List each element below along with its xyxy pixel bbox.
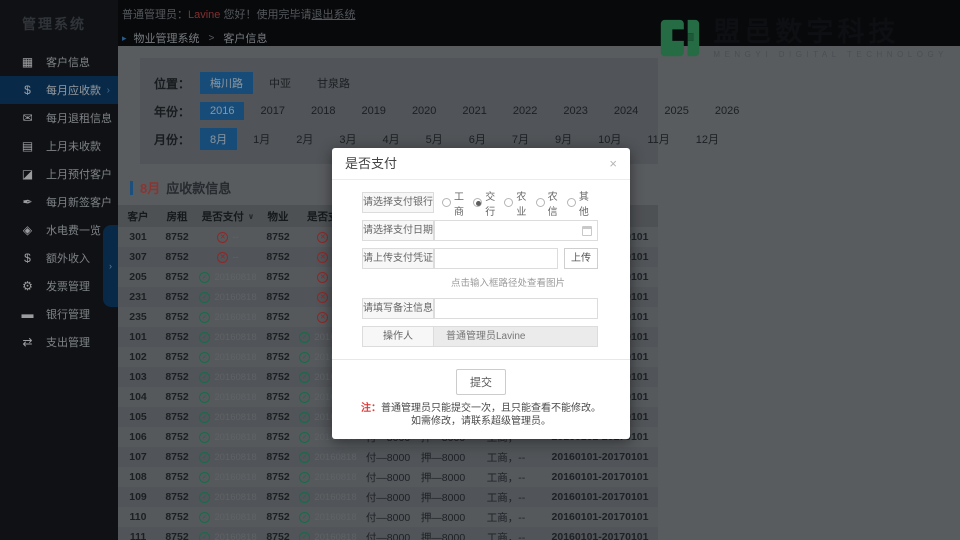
modal-title: 是否支付	[345, 156, 398, 171]
upload-label: 请上传支付凭证	[362, 248, 434, 269]
modal-note-line2: 如需修改，请联系超级管理员。	[411, 416, 551, 427]
radio-label: 农信	[547, 191, 558, 218]
modal-note-line1: 注：普通管理员只能提交一次，且只能查看不能修改。	[332, 402, 630, 415]
upload-button[interactable]: 上传	[564, 248, 598, 269]
date-row: 请选择支付日期	[362, 220, 598, 241]
bank-radio-group: 工商 交行 农业 农信 其他	[442, 192, 598, 218]
bank-radio-option[interactable]: 农信	[535, 188, 567, 218]
remark-input[interactable]	[434, 298, 598, 319]
bank-radio-option[interactable]: 农业	[504, 188, 535, 218]
operator-value: 普通管理员Lavine	[434, 326, 598, 347]
submit-button[interactable]: 提交	[456, 369, 506, 395]
radio-label: 其他	[578, 191, 589, 218]
upload-row: 请上传支付凭证 上传	[362, 248, 598, 269]
bank-radio-option[interactable]: 交行	[473, 188, 504, 218]
voucher-path-input[interactable]	[434, 248, 558, 269]
radio-icon	[566, 198, 576, 207]
bank-radio-option[interactable]: 其他	[566, 188, 598, 218]
date-label: 请选择支付日期	[362, 220, 434, 241]
remark-label: 请填写备注信息	[362, 298, 434, 319]
radio-icon	[473, 198, 483, 207]
radio-icon	[535, 198, 545, 207]
radio-label: 交行	[485, 191, 496, 218]
payment-date-input[interactable]	[434, 220, 598, 241]
radio-label: 农业	[516, 191, 527, 218]
operator-label: 操作人	[362, 326, 434, 347]
calendar-icon[interactable]	[582, 226, 592, 236]
note-text-1: 普通管理员只能提交一次，且只能查看不能修改。	[381, 403, 601, 414]
operator-row: 操作人 普通管理员Lavine	[362, 326, 598, 347]
bank-radio-option[interactable]: 工商	[442, 188, 473, 218]
upload-hint: 点击输入框路径处查看图片	[450, 278, 565, 289]
bank-label: 请选择支付银行	[362, 192, 434, 213]
bank-row: 请选择支付银行 工商 交行 农业 农信 其他	[362, 192, 598, 218]
radio-icon	[442, 198, 451, 207]
payment-modal: 是否支付 × 请选择支付银行 工商 交行 农业 农信 其他 请选择支付日期 请上传支付凭…	[332, 148, 630, 439]
modal-footer: 提交 注：普通管理员只能提交一次，且只能查看不能修改。 如需修改，请联系超级管理…	[332, 359, 630, 439]
radio-label: 工商	[454, 191, 464, 218]
radio-icon	[504, 198, 514, 207]
remark-row: 请填写备注信息	[362, 298, 598, 319]
modal-body: 请选择支付银行 工商 交行 农业 农信 其他 请选择支付日期 请上传支付凭证 上传 点击…	[332, 180, 630, 347]
close-icon[interactable]: ×	[609, 148, 617, 180]
app-window: 管理系统 ▦ 客户信息 $ 每月应收款 › ✉ 每月退租信息 ▤ 上月未收款 ◪ 上月预付客户 ✒ 每月…	[0, 0, 960, 540]
note-prefix: 注：	[361, 403, 381, 414]
modal-header: 是否支付 ×	[332, 148, 630, 180]
